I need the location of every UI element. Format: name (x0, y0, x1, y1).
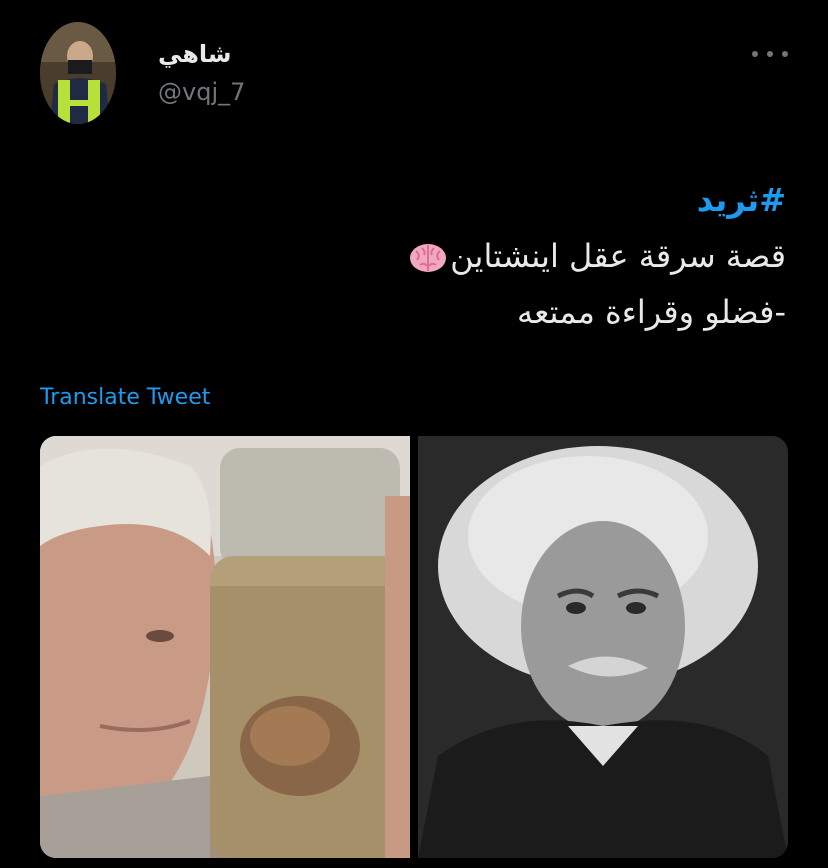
author-avatar[interactable] (40, 22, 116, 124)
hashtag-link[interactable]: #ثريد (86, 172, 786, 228)
photo-scientist-holding-brain-jar[interactable] (40, 436, 410, 858)
author-handle[interactable]: @vqj_7 (158, 78, 245, 106)
dot (767, 51, 773, 57)
tweet-text: #ثريد قصة سرقة عقل اينشتاين -فضلو وقراءة… (86, 172, 786, 340)
tweet-line-2: قصة سرقة عقل اينشتاين (86, 228, 786, 284)
dot (782, 51, 788, 57)
scientist-jar-image (40, 436, 410, 858)
tweet-line-3: -فضلو وقراءة ممتعه (516, 293, 786, 331)
photo-einstein-portrait[interactable] (418, 436, 788, 858)
brain-icon (410, 244, 447, 272)
avatar-image (40, 22, 116, 124)
einstein-portrait-image (418, 436, 788, 858)
dot (752, 51, 758, 57)
more-horizontal-icon[interactable] (752, 42, 788, 66)
translate-tweet-link[interactable]: Translate Tweet (40, 385, 210, 410)
tweet-line-2-text: قصة سرقة عقل اينشتاين (450, 237, 786, 275)
author-display-name[interactable]: شاهي (158, 40, 232, 68)
tweet-media (40, 436, 788, 858)
